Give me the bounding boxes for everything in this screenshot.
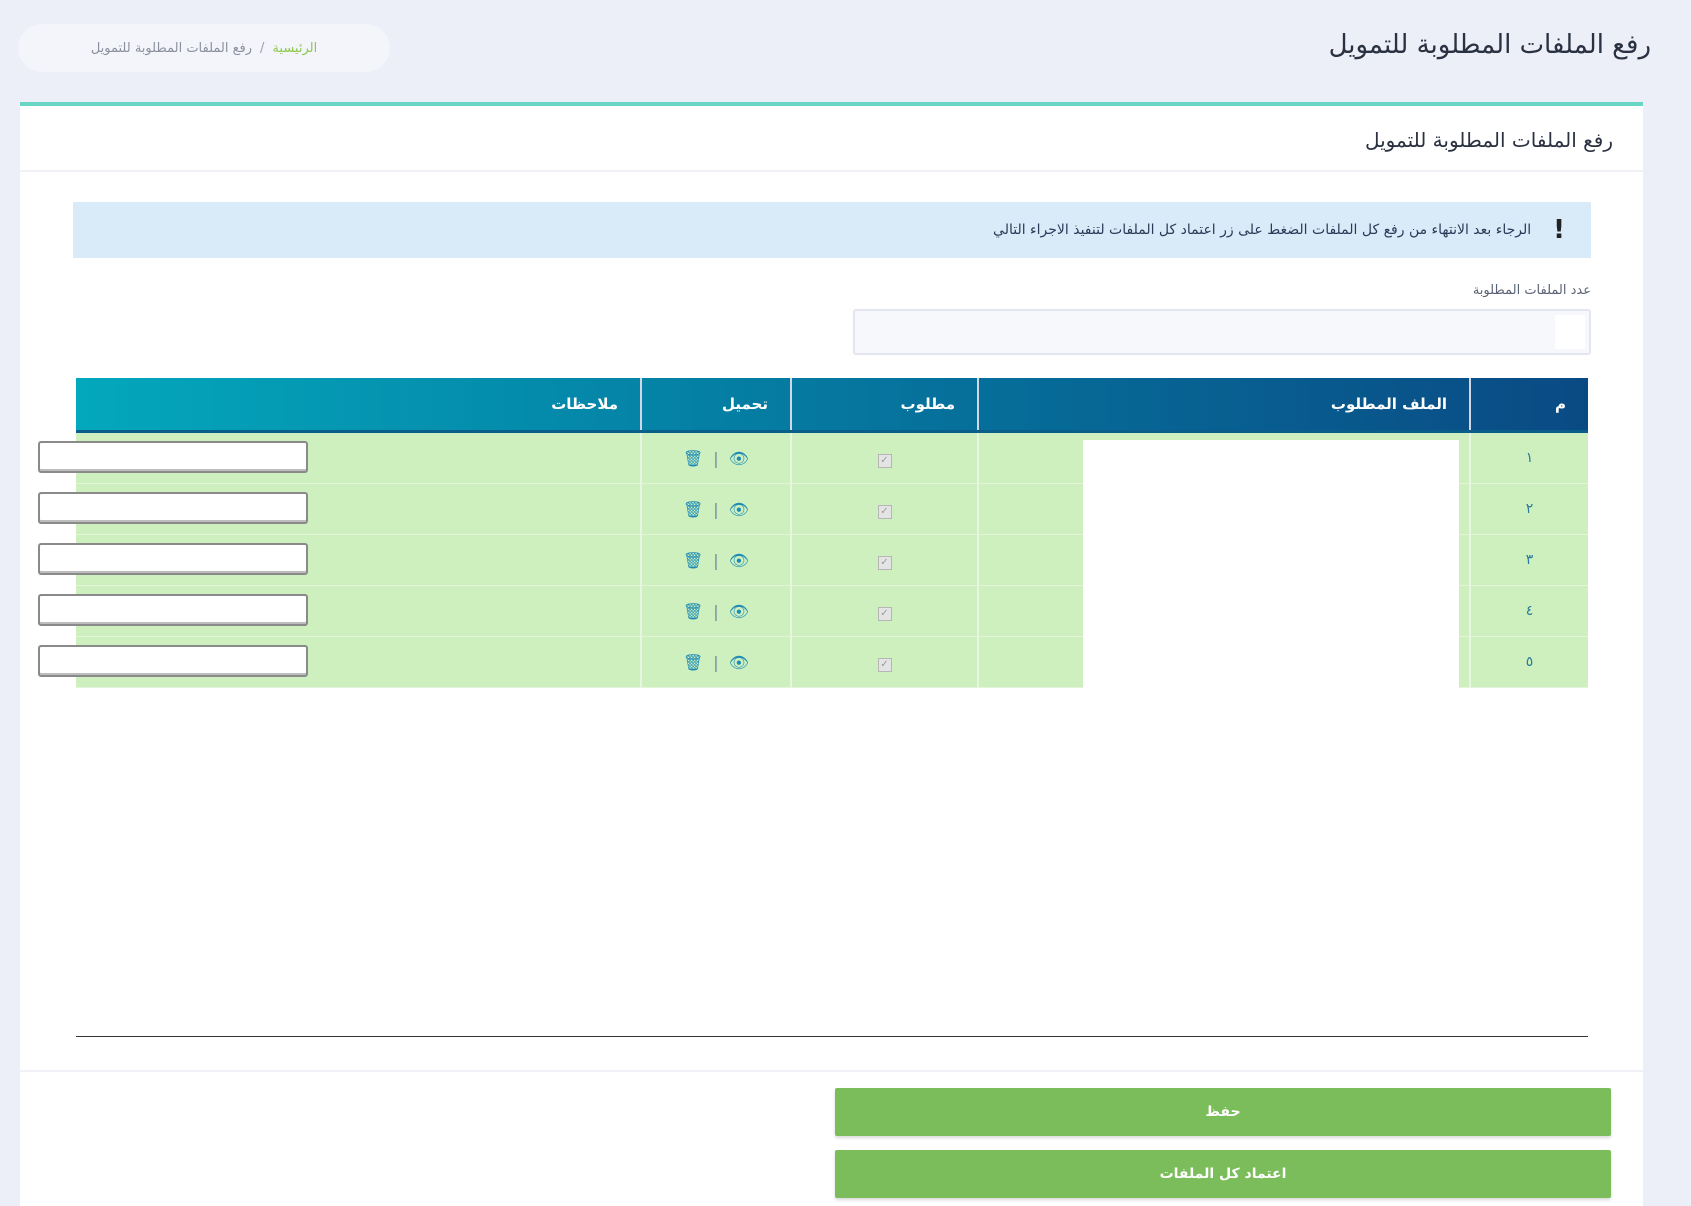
required-files-count-field[interactable]: [853, 309, 1591, 355]
notes-cell: [38, 483, 641, 535]
row-number: ٤: [1469, 585, 1588, 637]
info-alert: ! الرجاء بعد الانتهاء من رفع كل الملفات …: [73, 202, 1591, 258]
notes-cell: [38, 534, 641, 586]
action-separator: |: [713, 499, 719, 519]
row-number: ٣: [1469, 534, 1588, 586]
footer-divider: [20, 1070, 1643, 1072]
eye-icon[interactable]: 👁: [729, 653, 749, 672]
breadcrumb-current: رفع الملفات المطلوبة للتمويل: [90, 40, 253, 56]
breadcrumb: الرئيسية / رفع الملفات المطلوبة للتمويل: [18, 24, 390, 72]
column-header-upload: تحميل: [640, 378, 791, 433]
action-separator: |: [713, 652, 719, 672]
action-separator: |: [713, 448, 719, 468]
card-header: رفع الملفات المطلوبة للتمويل: [1364, 128, 1613, 152]
required-checkbox-cell: ✓: [790, 483, 978, 535]
notes-cell: [38, 431, 641, 484]
upload-actions: 👁 | 🗑: [640, 483, 791, 535]
count-field-inner: [1555, 315, 1585, 349]
upload-actions: 👁 | 🗑: [640, 585, 791, 637]
eye-icon[interactable]: 👁: [729, 500, 749, 519]
trash-icon[interactable]: 🗑: [683, 602, 703, 621]
notes-input[interactable]: [38, 441, 308, 473]
approve-all-files-button[interactable]: اعتماد كل الملفات: [835, 1150, 1611, 1198]
upload-actions: 👁 | 🗑: [640, 636, 791, 688]
required-checkbox: ✓: [877, 556, 892, 570]
alert-text: الرجاء بعد الانتهاء من رفع كل الملفات ال…: [993, 222, 1532, 238]
save-button[interactable]: حفظ: [835, 1088, 1611, 1136]
required-checkbox: ✓: [877, 505, 892, 519]
notes-input[interactable]: [38, 543, 308, 575]
notes-cell: [38, 585, 641, 637]
column-header-required-file: الملف المطلوب: [977, 378, 1470, 433]
required-checkbox: ✓: [877, 658, 892, 672]
file-upload-panel[interactable]: [1083, 440, 1459, 688]
column-header-notes: ملاحظات: [76, 378, 641, 433]
required-checkbox-cell: ✓: [790, 534, 978, 586]
breadcrumb-home-link[interactable]: الرئيسية: [272, 41, 317, 56]
trash-icon[interactable]: 🗑: [683, 653, 703, 672]
column-header-number: م: [1469, 378, 1588, 433]
notes-input[interactable]: [38, 645, 308, 677]
notes-cell: [38, 636, 641, 688]
eye-icon[interactable]: 👁: [729, 449, 749, 468]
required-checkbox-cell: ✓: [790, 636, 978, 688]
table-header-row: م الملف المطلوب مطلوب تحميل ملاحظات: [76, 378, 1588, 433]
trash-icon[interactable]: 🗑: [683, 449, 703, 468]
upload-actions: 👁 | 🗑: [640, 431, 791, 484]
exclamation-icon: !: [1553, 215, 1565, 245]
content-divider: [76, 1036, 1588, 1037]
trash-icon[interactable]: 🗑: [683, 500, 703, 519]
breadcrumb-separator: /: [260, 40, 265, 56]
column-header-required: مطلوب: [790, 378, 978, 433]
eye-icon[interactable]: 👁: [729, 551, 749, 570]
required-checkbox-cell: ✓: [790, 431, 978, 484]
card-header-divider: [20, 170, 1643, 172]
eye-icon[interactable]: 👁: [729, 602, 749, 621]
required-checkbox-cell: ✓: [790, 585, 978, 637]
page-title: رفع الملفات المطلوبة للتمويل: [1328, 30, 1651, 60]
action-separator: |: [713, 550, 719, 570]
action-separator: |: [713, 601, 719, 621]
required-checkbox: ✓: [877, 607, 892, 621]
row-number: ٥: [1469, 636, 1588, 688]
required-files-count-label: عدد الملفات المطلوبة: [1472, 283, 1591, 298]
upload-actions: 👁 | 🗑: [640, 534, 791, 586]
row-number: ٢: [1469, 483, 1588, 535]
required-checkbox: ✓: [877, 454, 892, 468]
row-number: ١: [1469, 431, 1588, 484]
notes-input[interactable]: [38, 594, 308, 626]
notes-input[interactable]: [38, 492, 308, 524]
trash-icon[interactable]: 🗑: [683, 551, 703, 570]
